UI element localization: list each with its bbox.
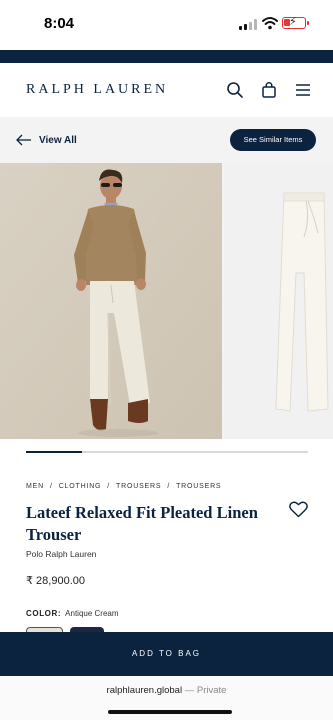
site-header: RALPH LAUREN bbox=[0, 63, 333, 117]
url-domain: ralphlauren.global bbox=[106, 685, 183, 696]
breadcrumb-separator: / bbox=[167, 483, 171, 490]
url-text[interactable]: ralphlauren.global — Private bbox=[0, 685, 333, 696]
signal-icon bbox=[239, 19, 257, 30]
sub-navigation: View All See Similar Items bbox=[0, 117, 333, 163]
shopping-bag-icon[interactable] bbox=[260, 81, 278, 99]
color-selection-label: COLOR: Antique Cream bbox=[26, 609, 119, 618]
private-label: — Private bbox=[182, 685, 227, 696]
brand-logo[interactable]: RALPH LAUREN bbox=[26, 82, 168, 98]
color-value: Antique Cream bbox=[65, 609, 119, 618]
breadcrumb-item[interactable]: TROUSERS bbox=[176, 483, 221, 490]
color-label: COLOR: bbox=[26, 609, 62, 618]
battery-icon: ⚡ bbox=[282, 16, 309, 29]
top-band bbox=[0, 50, 333, 63]
brand-name[interactable]: Polo Ralph Lauren bbox=[26, 549, 96, 559]
gallery-progress bbox=[26, 451, 308, 453]
breadcrumb: MEN / CLOTHING / TROUSERS / TROUSERS bbox=[26, 483, 227, 490]
breadcrumb-item[interactable]: MEN bbox=[26, 483, 44, 490]
breadcrumb-item[interactable]: TROUSERS bbox=[116, 483, 161, 490]
product-gallery[interactable] bbox=[0, 163, 333, 439]
browser-url-bar[interactable]: ralphlauren.global — Private bbox=[0, 676, 333, 720]
gallery-progress-fill bbox=[26, 451, 83, 453]
home-indicator[interactable] bbox=[108, 710, 232, 714]
heart-icon[interactable] bbox=[289, 501, 308, 518]
breadcrumb-item[interactable]: CLOTHING bbox=[59, 483, 102, 490]
status-bar: 8:04 ⚡ bbox=[0, 0, 333, 50]
view-all-link[interactable]: View All bbox=[39, 135, 77, 146]
menu-icon[interactable] bbox=[294, 81, 312, 99]
status-time: 8:04 bbox=[44, 15, 75, 32]
product-title: Lateef Relaxed Fit Pleated Linen Trouser bbox=[26, 503, 258, 544]
see-similar-items-button[interactable]: See Similar Items bbox=[230, 129, 316, 151]
wifi-icon bbox=[262, 17, 278, 30]
product-photo-model[interactable] bbox=[0, 163, 222, 439]
back-arrow-icon[interactable] bbox=[16, 134, 32, 146]
product-photo-flatlay[interactable] bbox=[224, 163, 333, 439]
add-to-bag-button[interactable]: ADD TO BAG bbox=[0, 632, 333, 676]
search-icon[interactable] bbox=[226, 81, 244, 99]
product-price: ₹ 28,900.00 bbox=[26, 575, 85, 587]
breadcrumb-separator: / bbox=[49, 483, 53, 490]
breadcrumb-separator: / bbox=[107, 483, 111, 490]
